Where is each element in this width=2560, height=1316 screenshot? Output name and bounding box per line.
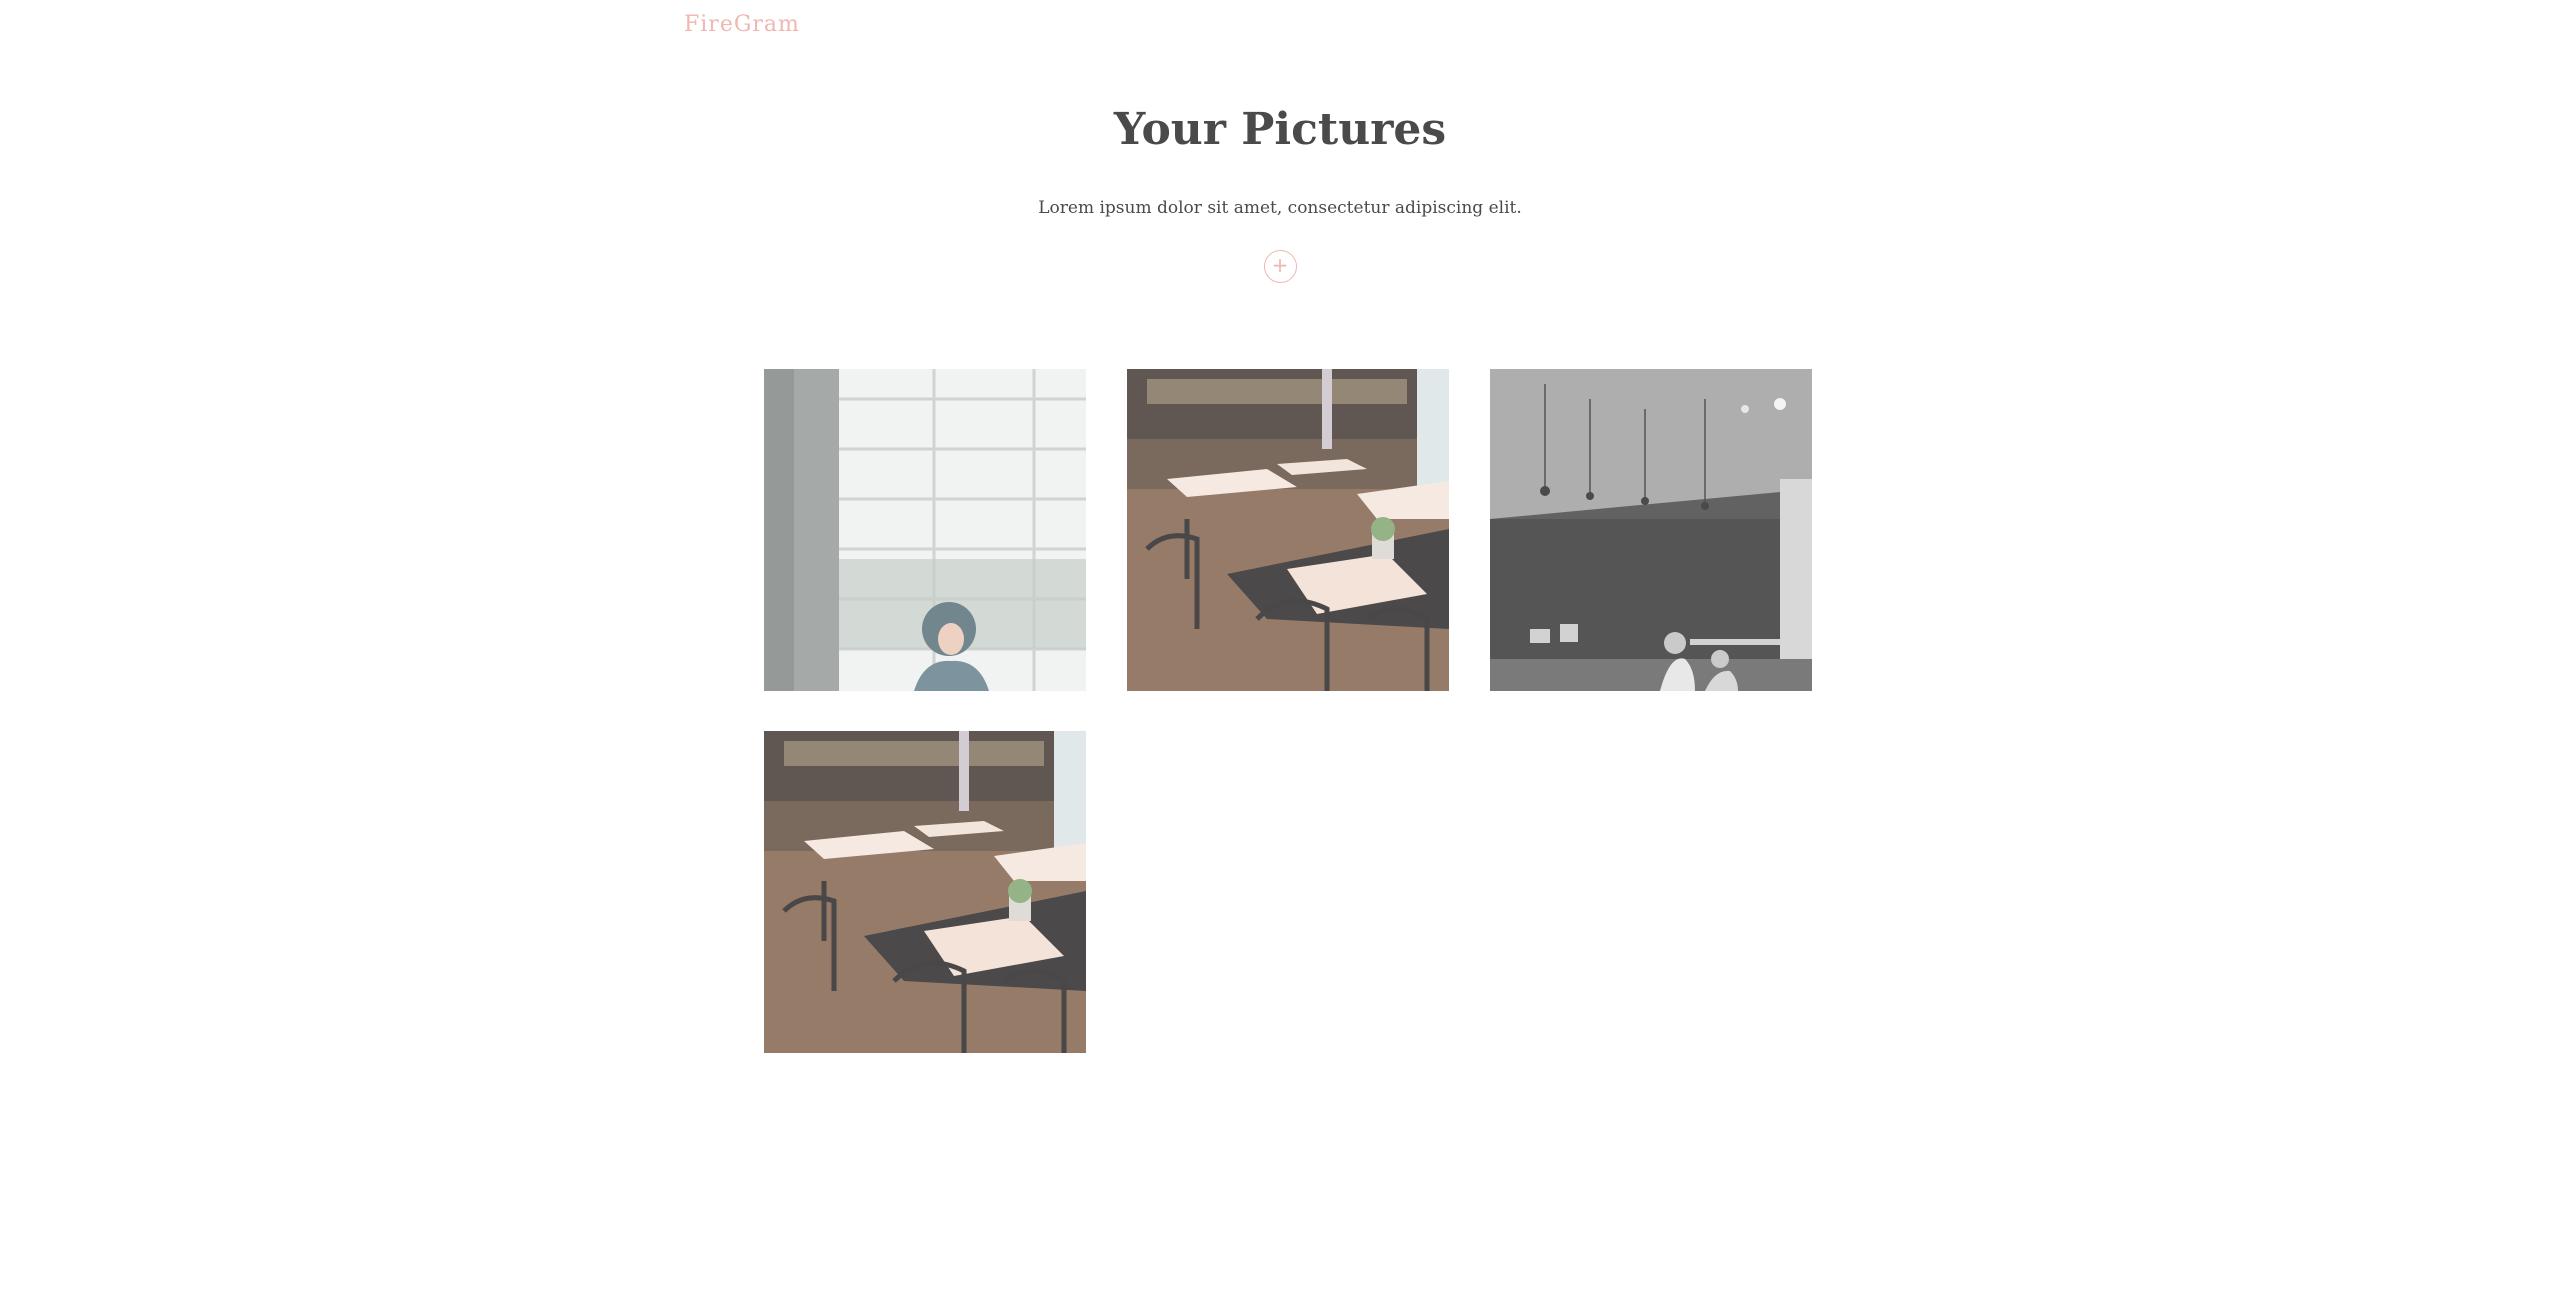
upload-button[interactable]: + — [1263, 250, 1297, 283]
upload-form: + — [0, 250, 2560, 283]
photo-cafe-interior-bw — [1490, 369, 1812, 691]
gallery-photo[interactable] — [1490, 369, 1812, 691]
hero-section: Your Pictures Lorem ipsum dolor sit amet… — [0, 100, 2560, 283]
plus-icon: + — [1271, 253, 1289, 277]
photo-cafe-tables — [764, 731, 1086, 1053]
gallery-photo[interactable] — [1127, 369, 1449, 691]
photo-woman-by-window — [764, 369, 1086, 691]
image-grid — [764, 369, 1812, 1053]
page-title: Your Pictures — [1113, 104, 1447, 155]
gallery-photo[interactable] — [764, 369, 1086, 691]
gallery-photo[interactable] — [764, 731, 1086, 1053]
photo-cafe-tables — [1127, 369, 1449, 691]
top-nav: FireGram — [684, 12, 800, 37]
page-subtitle: Lorem ipsum dolor sit amet, consectetur … — [1038, 198, 1522, 218]
brand-logo[interactable]: FireGram — [684, 12, 800, 37]
